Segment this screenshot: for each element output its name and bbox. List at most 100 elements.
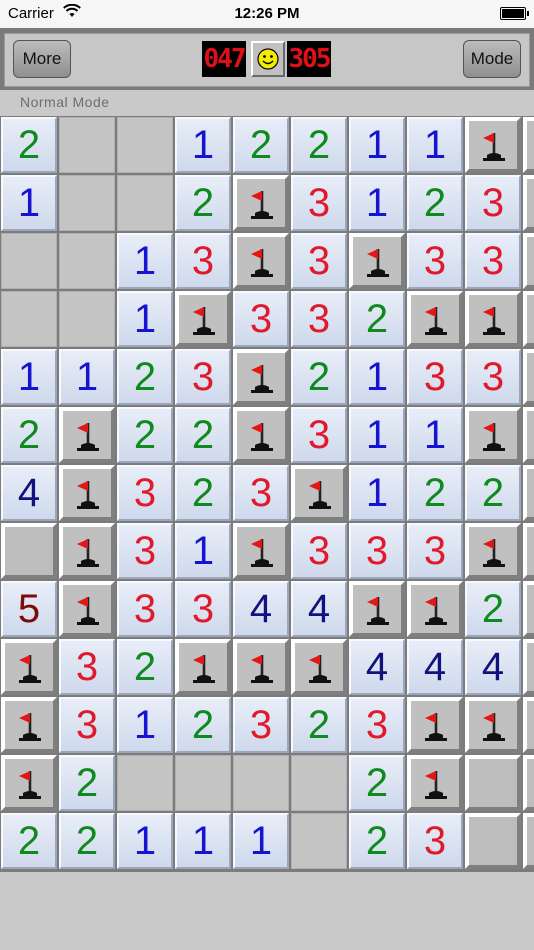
empty-cell[interactable]	[117, 755, 173, 811]
number-cell[interactable]: 4	[349, 639, 405, 695]
number-cell[interactable]: 1	[407, 407, 463, 463]
number-cell[interactable]: 1	[117, 291, 173, 347]
flagged-cell[interactable]	[407, 755, 463, 811]
flagged-cell[interactable]	[349, 581, 405, 637]
number-cell[interactable]: 3	[175, 233, 231, 289]
empty-cell[interactable]	[1, 291, 57, 347]
flagged-cell[interactable]	[175, 291, 231, 347]
number-cell[interactable]: 3	[407, 233, 463, 289]
flagged-cell[interactable]	[233, 639, 289, 695]
number-cell[interactable]: 2	[291, 349, 347, 405]
flagged-cell[interactable]	[1, 697, 57, 753]
unrevealed-cell[interactable]	[523, 639, 534, 695]
mode-button[interactable]: Mode	[463, 40, 521, 78]
number-cell[interactable]: 4	[291, 581, 347, 637]
empty-cell[interactable]	[291, 813, 347, 869]
number-cell[interactable]: 4	[407, 639, 463, 695]
unrevealed-cell[interactable]	[523, 465, 534, 521]
empty-cell[interactable]	[59, 175, 115, 231]
number-cell[interactable]: 2	[59, 755, 115, 811]
flagged-cell[interactable]	[465, 117, 521, 173]
empty-cell[interactable]	[59, 291, 115, 347]
number-cell[interactable]: 3	[117, 523, 173, 579]
number-cell[interactable]: 2	[407, 465, 463, 521]
number-cell[interactable]: 3	[349, 523, 405, 579]
number-cell[interactable]: 5	[1, 581, 57, 637]
more-button[interactable]: More	[13, 40, 71, 78]
number-cell[interactable]: 3	[291, 407, 347, 463]
number-cell[interactable]: 2	[1, 117, 57, 173]
unrevealed-cell[interactable]	[523, 755, 534, 811]
number-cell[interactable]: 2	[1, 813, 57, 869]
number-cell[interactable]: 2	[465, 581, 521, 637]
unrevealed-cell[interactable]	[523, 233, 534, 289]
number-cell[interactable]: 2	[465, 465, 521, 521]
empty-cell[interactable]	[117, 117, 173, 173]
number-cell[interactable]: 2	[233, 117, 289, 173]
empty-cell[interactable]	[233, 755, 289, 811]
number-cell[interactable]: 1	[117, 813, 173, 869]
flagged-cell[interactable]	[291, 639, 347, 695]
flagged-cell[interactable]	[233, 523, 289, 579]
number-cell[interactable]: 4	[465, 639, 521, 695]
unrevealed-cell[interactable]	[1, 523, 57, 579]
flagged-cell[interactable]	[233, 233, 289, 289]
number-cell[interactable]: 3	[291, 523, 347, 579]
number-cell[interactable]: 1	[175, 523, 231, 579]
unrevealed-cell[interactable]	[465, 755, 521, 811]
flagged-cell[interactable]	[465, 697, 521, 753]
number-cell[interactable]: 3	[465, 349, 521, 405]
empty-cell[interactable]	[175, 755, 231, 811]
empty-cell[interactable]	[117, 175, 173, 231]
number-cell[interactable]: 2	[175, 175, 231, 231]
flagged-cell[interactable]	[291, 465, 347, 521]
number-cell[interactable]: 1	[349, 117, 405, 173]
empty-cell[interactable]	[291, 755, 347, 811]
number-cell[interactable]: 3	[233, 291, 289, 347]
unrevealed-cell[interactable]	[523, 291, 534, 347]
number-cell[interactable]: 3	[117, 465, 173, 521]
empty-cell[interactable]	[59, 117, 115, 173]
number-cell[interactable]: 2	[175, 465, 231, 521]
unrevealed-cell[interactable]	[523, 117, 534, 173]
unrevealed-cell[interactable]	[523, 581, 534, 637]
number-cell[interactable]: 3	[465, 233, 521, 289]
number-cell[interactable]: 3	[59, 697, 115, 753]
flagged-cell[interactable]	[349, 233, 405, 289]
number-cell[interactable]: 2	[349, 813, 405, 869]
number-cell[interactable]: 1	[349, 465, 405, 521]
number-cell[interactable]: 1	[349, 175, 405, 231]
number-cell[interactable]: 2	[407, 175, 463, 231]
number-cell[interactable]: 2	[59, 813, 115, 869]
unrevealed-cell[interactable]	[523, 813, 534, 869]
number-cell[interactable]: 3	[407, 813, 463, 869]
flagged-cell[interactable]	[465, 523, 521, 579]
number-cell[interactable]: 2	[291, 117, 347, 173]
unrevealed-cell[interactable]	[523, 523, 534, 579]
number-cell[interactable]: 3	[291, 233, 347, 289]
number-cell[interactable]: 2	[175, 407, 231, 463]
empty-cell[interactable]	[59, 233, 115, 289]
number-cell[interactable]: 1	[1, 175, 57, 231]
number-cell[interactable]: 1	[59, 349, 115, 405]
number-cell[interactable]: 3	[233, 697, 289, 753]
number-cell[interactable]: 2	[349, 755, 405, 811]
number-cell[interactable]: 3	[233, 465, 289, 521]
flagged-cell[interactable]	[233, 349, 289, 405]
number-cell[interactable]: 3	[407, 523, 463, 579]
flagged-cell[interactable]	[175, 639, 231, 695]
number-cell[interactable]: 3	[175, 581, 231, 637]
flagged-cell[interactable]	[59, 407, 115, 463]
number-cell[interactable]: 2	[1, 407, 57, 463]
flagged-cell[interactable]	[59, 581, 115, 637]
number-cell[interactable]: 1	[175, 117, 231, 173]
number-cell[interactable]: 2	[117, 349, 173, 405]
flagged-cell[interactable]	[465, 407, 521, 463]
unrevealed-cell[interactable]	[523, 407, 534, 463]
unrevealed-cell[interactable]	[523, 697, 534, 753]
number-cell[interactable]: 4	[233, 581, 289, 637]
number-cell[interactable]: 1	[175, 813, 231, 869]
number-cell[interactable]: 3	[59, 639, 115, 695]
flagged-cell[interactable]	[59, 465, 115, 521]
number-cell[interactable]: 4	[1, 465, 57, 521]
